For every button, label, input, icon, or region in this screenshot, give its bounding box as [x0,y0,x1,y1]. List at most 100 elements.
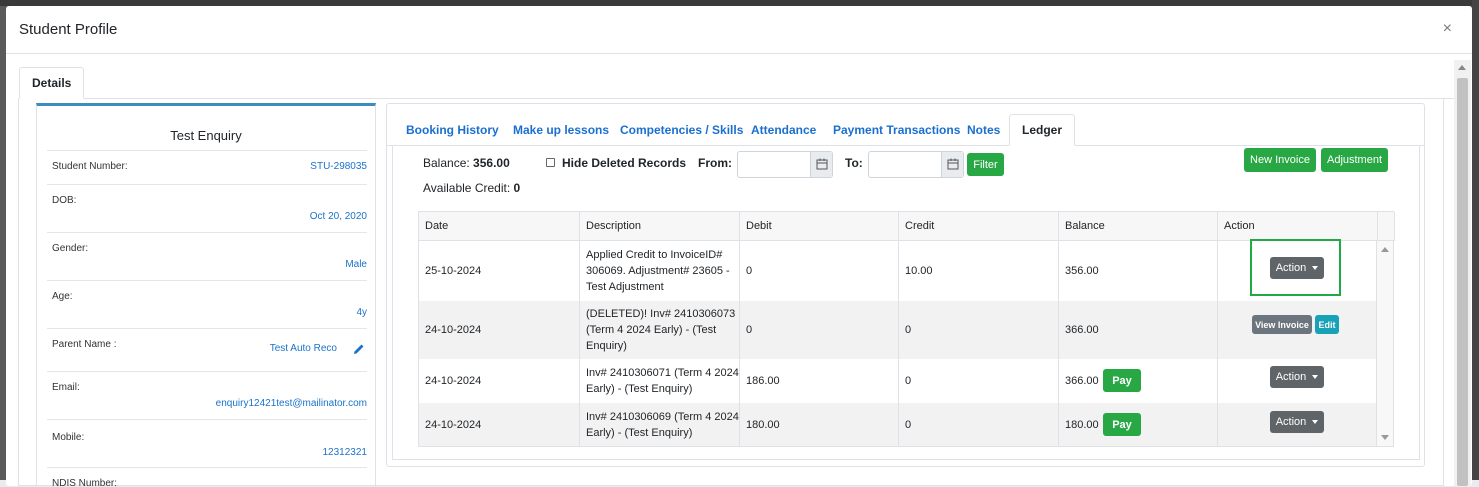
edit-button[interactable]: Edit [1315,315,1339,334]
row-date: 25-10-2024 [419,241,580,301]
student-number-value: STU-298035 [310,161,367,172]
tab-payment-transactions[interactable]: Payment Transactions [833,114,960,146]
mobile-label: Mobile: [52,432,85,443]
pencil-icon[interactable] [353,343,365,355]
profile-tab-bar: Booking History Make up lessons Competen… [387,114,1424,146]
row-balance-cell: 180.00 Pay [1059,403,1218,446]
row-action-cell: Action [1218,403,1377,446]
dob-label: DOB: [52,195,77,206]
ledger-table: Date Description Debit Credit Balance Ac… [418,211,1395,447]
col-header-credit: Credit [899,212,1059,241]
row-credit: 0 [899,403,1059,446]
table-row: 24-10-2024 Inv# 2410306071 (Term 4 2024 … [419,359,1377,403]
action-button-label: Action [1275,416,1307,428]
scroll-up-arrow-icon[interactable] [1381,247,1389,252]
row-balance: 356.00 [1059,241,1218,301]
from-date-input[interactable] [737,151,833,178]
row-description-text: Inv# 2410306069 (Term 4 2024 Early) - (T… [586,410,739,439]
row-description-text: (DELETED)! Inv# 2410306073 (Term 4 2024 … [586,308,736,352]
balance-value: 356.00 [473,156,510,170]
parent-name-link[interactable]: Test Auto Reco [270,343,337,354]
table-scrollbar[interactable] [1377,241,1393,446]
modal-header: Student Profile × [6,6,1472,54]
filter-button[interactable]: Filter [967,153,1004,176]
pay-button[interactable]: Pay [1103,369,1141,392]
row-credit: 0 [899,359,1059,403]
from-calendar-icon[interactable] [810,152,832,177]
from-label: From: [698,156,732,170]
col-header-description: Description [580,212,740,241]
student-number-label: Student Number: [52,161,128,172]
profile-row-student-number: Student Number: STU-298035 [47,150,367,184]
close-icon[interactable]: × [1443,20,1452,38]
row-debit: 0 [740,301,899,359]
row-balance: 180.00 [1065,418,1099,431]
action-dropdown-button[interactable]: Action [1270,366,1324,388]
row-debit: 0 [740,241,899,301]
row-description: Inv# 2410306071 (Term 4 2024 Early) - (T… [580,359,740,403]
tab-make-up-lessons[interactable]: Make up lessons [513,114,609,146]
row-credit: 0 [899,301,1059,359]
row-description: Inv# 2410306069 (Term 4 2024 Early) - (T… [580,403,740,446]
calendar-icon [947,158,959,170]
row-date: 24-10-2024 [419,403,580,446]
profile-row-mobile: Mobile: 12312321 [47,419,367,467]
col-header-debit: Debit [740,212,899,241]
email-value: enquiry12421test@mailinator.com [215,398,367,409]
action-button-label: Action [1275,371,1307,383]
pay-button[interactable]: Pay [1103,413,1141,436]
balance-label: Balance: [423,156,470,170]
modal-title: Student Profile [19,21,118,38]
calendar-icon [816,158,828,170]
hide-deleted-label: Hide Deleted Records [562,156,687,170]
row-date: 24-10-2024 [419,359,580,403]
hide-deleted-checkbox[interactable] [546,158,555,167]
new-invoice-button[interactable]: New Invoice [1244,148,1316,172]
profile-row-parent: Parent Name : Test Auto Reco [47,328,367,371]
to-date-input[interactable] [868,151,964,178]
caret-down-icon [1312,420,1319,425]
row-description-text: Applied Credit to InvoiceID# 306069. Adj… [586,249,730,293]
tab-details[interactable]: Details [19,67,85,99]
profile-card: Test Enquiry Student Number: STU-298035 … [36,103,376,487]
row-debit: 180.00 [740,403,899,446]
dob-value: Oct 20, 2020 [309,211,367,222]
table-row: 25-10-2024 Applied Credit to InvoiceID# … [419,241,1377,301]
to-label: To: [845,156,863,170]
age-label: Age: [52,291,73,302]
to-calendar-icon[interactable] [941,152,963,177]
row-description: Applied Credit to InvoiceID# 306069. Adj… [580,241,740,301]
gender-value: Male [345,259,367,270]
profile-row-email: Email: enquiry12421test@mailinator.com [47,371,367,419]
profile-row-age: Age: 4y [47,280,367,328]
parent-name-label: Parent Name : [52,339,117,350]
col-header-balance: Balance [1059,212,1218,241]
tab-ledger[interactable]: Ledger [1009,114,1076,146]
row-action-cell: View Invoice Edit [1218,301,1377,359]
tab-attendance[interactable]: Attendance [751,114,816,146]
action-dropdown-button[interactable]: Action [1270,411,1324,433]
row-balance-cell: 366.00 Pay [1059,359,1218,403]
age-value: 4y [356,307,367,318]
row-credit: 10.00 [899,241,1059,301]
row-balance: 366.00 [1065,375,1099,387]
available-credit-label: Available Credit: [423,181,511,195]
table-row: 24-10-2024 (DELETED)! Inv# 2410306073 (T… [419,301,1377,359]
gender-label: Gender: [52,243,89,254]
profile-row-ndis: NDIS Number: [47,467,367,487]
tab-booking-history[interactable]: Booking History [406,114,499,146]
available-credit-value: 0 [513,181,521,195]
view-invoice-button[interactable]: View Invoice [1252,315,1312,334]
adjustment-button[interactable]: Adjustment [1321,148,1388,172]
tab-notes[interactable]: Notes [967,114,1000,146]
row-action-cell: Action [1218,359,1377,403]
scroll-down-arrow-icon[interactable] [1381,435,1389,440]
scroll-thumb[interactable] [1457,78,1468,486]
scroll-up-arrow-icon[interactable] [1458,65,1466,70]
row-debit: 186.00 [740,359,899,403]
col-header-date: Date [419,212,580,241]
focus-highlight-box [1250,239,1341,296]
tab-competencies-skills[interactable]: Competencies / Skills [620,114,743,146]
modal-scrollbar[interactable] [1454,60,1471,486]
mobile-value: 12312321 [322,447,368,458]
